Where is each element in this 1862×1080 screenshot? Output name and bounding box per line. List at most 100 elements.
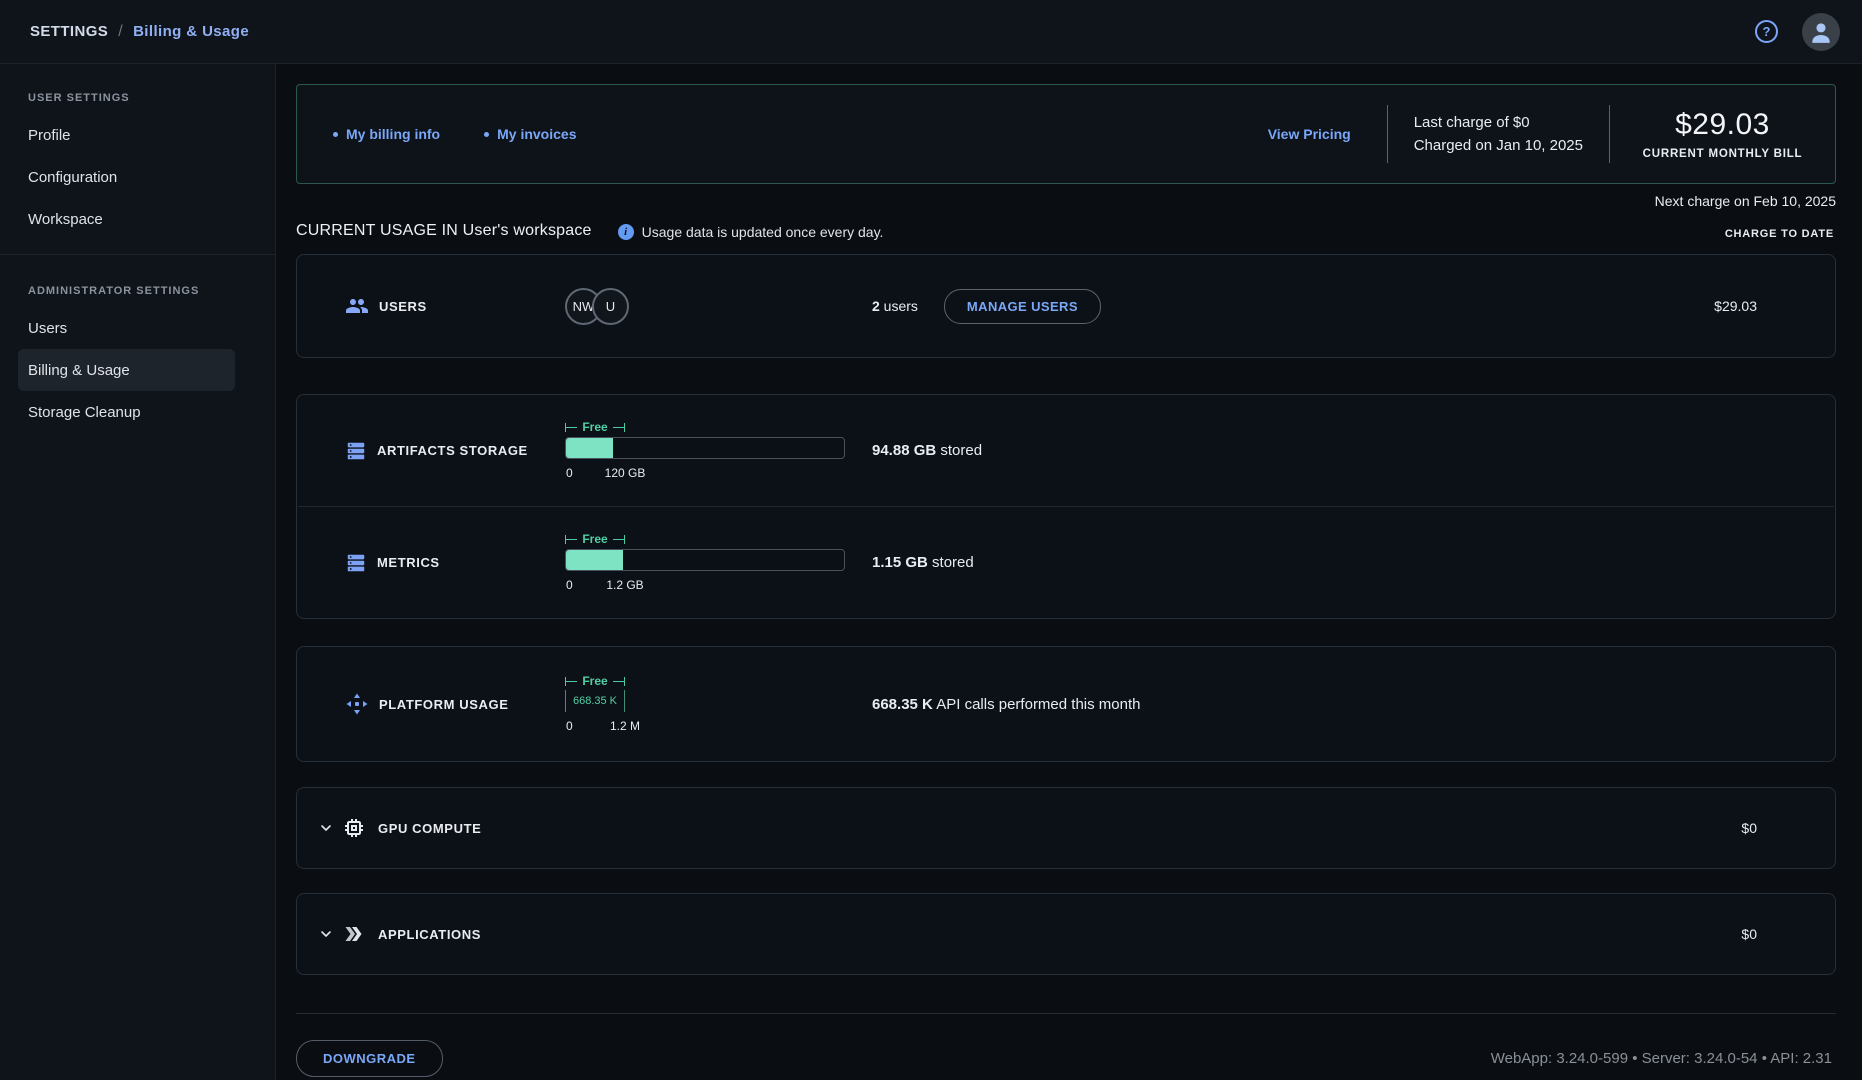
page-title: CURRENT USAGE IN User's workspace — [296, 222, 592, 240]
platform-usage-label: PLATFORM USAGE — [379, 697, 509, 712]
gpu-compute-card: GPU COMPUTE $0 — [296, 787, 1836, 869]
bullet-icon — [484, 132, 489, 137]
gpu-compute-charge: $0 — [1741, 820, 1757, 836]
users-charge-value: $29.03 — [1714, 298, 1757, 314]
breadcrumb-settings[interactable]: SETTINGS — [30, 23, 108, 40]
bracket-line — [613, 681, 624, 682]
manage-users-button[interactable]: MANAGE USERS — [944, 289, 1101, 324]
last-charge-date: Charged on Jan 10, 2025 — [1414, 134, 1583, 157]
sidebar-item-users[interactable]: Users — [18, 307, 235, 349]
help-icon[interactable]: ? — [1755, 20, 1778, 43]
sidebar-item-profile[interactable]: Profile — [18, 114, 235, 156]
chevron-down-icon[interactable] — [318, 820, 334, 836]
current-monthly-bill: $29.03 CURRENT MONTHLY BILL — [1610, 108, 1835, 160]
top-bar: SETTINGS / Billing & Usage ? — [0, 0, 1862, 64]
bullet-icon — [333, 132, 338, 137]
meter-free-limit-label: 1.2 M — [610, 719, 640, 733]
free-tier-label: Free — [577, 675, 612, 687]
applications-label: APPLICATIONS — [378, 927, 481, 942]
metrics-row: METRICS Free 0 1.2 GB 1.15 GB stored — [297, 507, 1835, 618]
users-count-text: users — [880, 298, 918, 314]
usage-progress-bar — [565, 437, 845, 459]
metrics-meter: Free 0 1.2 GB — [565, 533, 845, 592]
view-pricing-link[interactable]: View Pricing — [1268, 126, 1351, 142]
free-tier-bracket: Free — [565, 675, 625, 687]
billing-usage-page: My billing info My invoices View Pricing… — [276, 64, 1862, 1080]
last-charge-amount: Last charge of $0 — [1414, 111, 1583, 134]
meter-min-label: 0 — [566, 719, 573, 733]
platform-usage-value-box: 668.35 K — [565, 690, 625, 712]
sidebar-item-billing-usage[interactable]: Billing & Usage — [18, 349, 235, 391]
sidebar-item-workspace[interactable]: Workspace — [18, 198, 235, 240]
next-charge-note: Next charge on Feb 10, 2025 — [296, 193, 1836, 209]
storage-usage-card: ARTIFACTS STORAGE Free 0 120 GB 94.88 GB… — [296, 394, 1836, 619]
platform-usage-meter: Free 668.35 K 0 1.2 M — [565, 675, 845, 733]
my-billing-info-link[interactable]: My billing info — [333, 126, 440, 142]
downgrade-button[interactable]: DOWNGRADE — [296, 1040, 443, 1077]
breadcrumb-current-page: Billing & Usage — [133, 23, 249, 40]
bracket-tick — [624, 535, 625, 544]
users-usage-card: USERS NW U 2 users MANAGE USERS $29.03 — [296, 254, 1836, 358]
gpu-compute-label: GPU COMPUTE — [378, 821, 481, 836]
usage-update-note: Usage data is updated once every day. — [642, 224, 884, 240]
database-icon — [345, 552, 367, 574]
charge-to-date-label: CHARGE TO DATE — [1725, 228, 1836, 240]
gpu-compute-header[interactable]: GPU COMPUTE $0 — [297, 788, 1835, 868]
person-icon — [1808, 19, 1834, 45]
usage-progress-fill — [566, 438, 613, 458]
applications-header[interactable]: APPLICATIONS $0 — [297, 894, 1835, 974]
current-bill-amount: $29.03 — [1610, 108, 1835, 142]
sidebar-item-configuration[interactable]: Configuration — [18, 156, 235, 198]
bracket-line — [566, 539, 577, 540]
platform-usage-card: PLATFORM USAGE Free 668.35 K 0 1.2 M 668… — [296, 646, 1836, 762]
footer-divider — [296, 1013, 1836, 1014]
users-card-label: USERS — [379, 299, 427, 314]
last-charge-info: Last charge of $0 Charged on Jan 10, 202… — [1388, 111, 1609, 158]
artifacts-storage-meter: Free 0 120 GB — [565, 421, 845, 480]
my-invoices-label: My invoices — [497, 126, 576, 142]
metrics-label: METRICS — [377, 555, 440, 570]
bracket-line — [566, 427, 577, 428]
meter-min-label: 0 — [566, 578, 573, 592]
version-info: WebApp: 3.24.0-599 • Server: 3.24.0-54 •… — [1491, 1050, 1836, 1067]
api-calls-text: API calls performed this month — [933, 696, 1141, 713]
database-icon — [345, 440, 367, 462]
bracket-tick — [624, 423, 625, 432]
bracket-tick — [624, 677, 625, 686]
users-count: 2 users — [872, 298, 918, 314]
chevron-down-icon[interactable] — [318, 926, 334, 942]
gpu-chip-icon — [342, 816, 366, 840]
sidebar-section-administrator-settings: ADMINISTRATOR SETTINGS — [0, 269, 275, 307]
artifacts-stored-summary: 94.88 GB stored — [872, 442, 982, 459]
billing-summary-bar: My billing info My invoices View Pricing… — [296, 84, 1836, 184]
member-avatars: NW U — [565, 288, 629, 325]
api-calls-value: 668.35 K — [872, 696, 933, 713]
user-avatar[interactable] — [1802, 13, 1840, 51]
info-icon: i — [618, 224, 634, 240]
bracket-line — [566, 681, 577, 682]
avatar-badge: U — [592, 288, 629, 325]
applications-arrow-icon — [342, 922, 366, 946]
free-tier-label: Free — [577, 421, 612, 433]
my-billing-info-label: My billing info — [346, 126, 440, 142]
platform-usage-row: PLATFORM USAGE Free 668.35 K 0 1.2 M 668… — [297, 647, 1835, 761]
breadcrumb-separator: / — [118, 23, 123, 41]
usage-progress-bar — [565, 549, 845, 571]
metrics-stored-summary: 1.15 GB stored — [872, 554, 974, 571]
meter-free-limit-label: 120 GB — [605, 466, 646, 480]
my-invoices-link[interactable]: My invoices — [484, 126, 576, 142]
free-tier-label: Free — [577, 533, 612, 545]
current-bill-caption: CURRENT MONTHLY BILL — [1610, 148, 1835, 160]
sidebar-item-storage-cleanup[interactable]: Storage Cleanup — [18, 391, 235, 433]
sidebar-divider — [0, 254, 275, 255]
settings-sidebar: USER SETTINGS Profile Configuration Work… — [0, 64, 276, 1080]
meter-min-label: 0 — [566, 466, 573, 480]
free-tier-bracket: Free — [565, 533, 625, 545]
sidebar-section-user-settings: USER SETTINGS — [0, 76, 275, 114]
free-tier-bracket: Free — [565, 421, 625, 433]
usage-progress-fill — [566, 550, 623, 570]
artifacts-storage-label: ARTIFACTS STORAGE — [377, 443, 528, 458]
bracket-line — [613, 427, 624, 428]
artifacts-stored-unit: stored — [936, 442, 982, 459]
bracket-line — [613, 539, 624, 540]
